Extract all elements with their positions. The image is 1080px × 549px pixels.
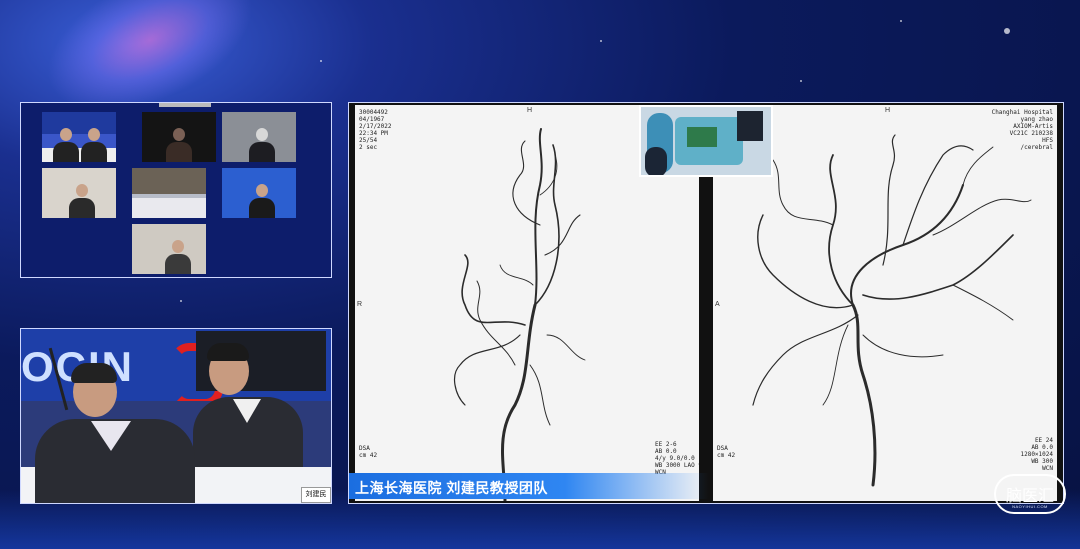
logo-text: 脑医汇 — [1005, 488, 1054, 505]
panelist-left-hair — [71, 363, 117, 383]
caption-bar: 上海长海医院 刘建民教授团队 — [349, 473, 709, 499]
participant-tile[interactable] — [131, 167, 207, 219]
or-monitor — [737, 111, 763, 141]
participant-tile[interactable] — [141, 111, 217, 163]
background-star — [180, 300, 182, 302]
participant-figure — [249, 184, 275, 218]
participant-tile[interactable] — [131, 223, 207, 275]
background-star — [800, 80, 802, 82]
logo-subtext: NAOYIHUI.COM — [1012, 504, 1048, 509]
surgical-drape — [687, 127, 717, 147]
participant-tile[interactable] — [221, 111, 297, 163]
participant-tile[interactable] — [221, 167, 297, 219]
background-star — [600, 40, 602, 42]
tile-audience — [132, 198, 206, 218]
background-star — [1004, 28, 1010, 34]
panelist-right-hair — [207, 343, 249, 361]
grid-top-bar — [159, 103, 211, 107]
participant-figure — [166, 128, 192, 162]
surgery-room-inset — [639, 105, 773, 177]
nameplate: 刘建民 — [301, 487, 331, 503]
participant-figure — [165, 240, 191, 274]
logo-badge-icon: 脑医汇 NAOYIHUI.COM — [994, 474, 1066, 514]
participant-tile[interactable] — [41, 111, 117, 163]
angiography-display: 30004492 04/1967 2/17/2022 22:34 PM 25/5… — [348, 102, 1064, 504]
participant-figure — [81, 128, 107, 162]
participant-figure — [69, 184, 95, 218]
participant-figure — [249, 128, 275, 162]
participant-tile[interactable] — [41, 167, 117, 219]
speaker-video-panel: OCIN 刘建民 — [20, 328, 332, 504]
participant-figure — [53, 128, 79, 162]
background-star — [320, 60, 322, 62]
assistant-figure — [645, 147, 667, 175]
tile-backdrop — [132, 168, 206, 194]
meeting-participant-grid — [20, 102, 332, 278]
background-star — [900, 20, 902, 22]
caption-text: 上海长海医院 刘建民教授团队 — [355, 480, 548, 496]
